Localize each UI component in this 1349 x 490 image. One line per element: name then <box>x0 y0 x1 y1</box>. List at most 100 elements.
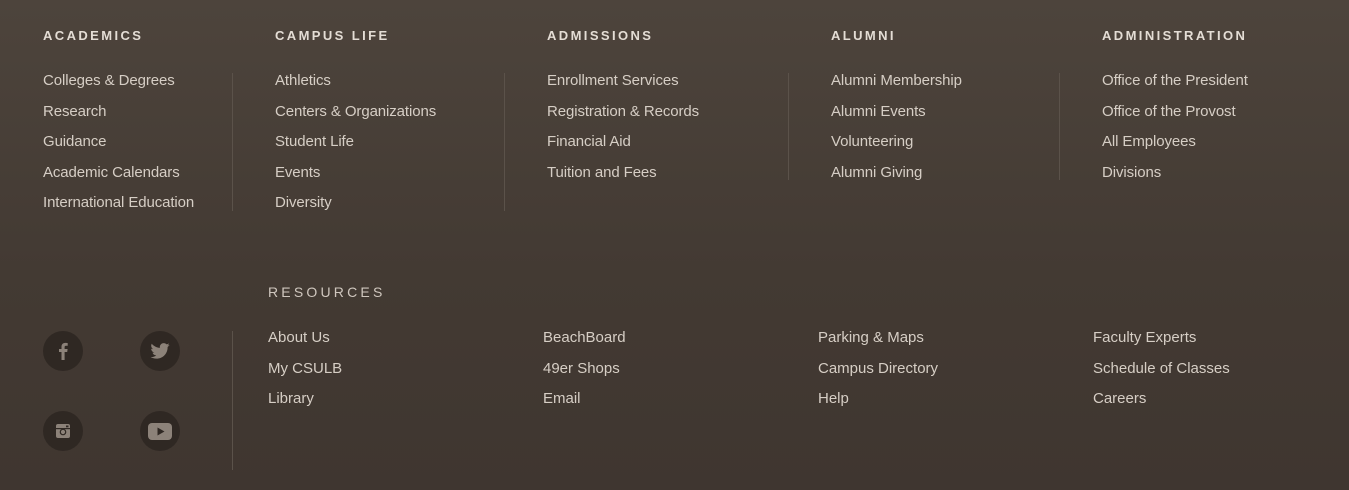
column-heading: CAMPUS LIFE <box>275 28 390 43</box>
footer-link[interactable]: Centers & Organizations <box>275 103 436 120</box>
footer-link[interactable]: Registration & Records <box>547 103 699 120</box>
list-item: Library <box>268 389 342 420</box>
link-list: Office of the President Office of the Pr… <box>1102 71 1248 193</box>
footer-link[interactable]: Research <box>43 103 107 120</box>
footer-link[interactable]: Enrollment Services <box>547 72 679 89</box>
resources-column: BeachBoard 49er Shops Email <box>543 328 626 420</box>
list-item: Alumni Membership <box>831 71 962 102</box>
link-list: About Us My CSULB Library <box>268 328 342 420</box>
list-item: Student Life <box>275 132 436 163</box>
resource-link[interactable]: About Us <box>268 329 330 346</box>
instagram-link[interactable] <box>43 411 83 451</box>
list-item: Schedule of Classes <box>1093 359 1230 390</box>
list-item: Tuition and Fees <box>547 163 699 194</box>
footer-link[interactable]: Office of the Provost <box>1102 103 1236 120</box>
list-item: Athletics <box>275 71 436 102</box>
resources-column: Faculty Experts Schedule of Classes Care… <box>1093 328 1230 420</box>
list-item: 49er Shops <box>543 359 626 390</box>
link-list: Parking & Maps Campus Directory Help <box>818 328 938 420</box>
resource-link[interactable]: 49er Shops <box>543 360 620 377</box>
list-item: Campus Directory <box>818 359 938 390</box>
footer-link[interactable]: Alumni Giving <box>831 164 922 181</box>
resource-link[interactable]: Careers <box>1093 390 1146 407</box>
column-heading: ADMINISTRATION <box>1102 28 1248 43</box>
resource-link[interactable]: Help <box>818 390 849 407</box>
footer-link[interactable]: Volunteering <box>831 133 913 150</box>
list-item: Alumni Giving <box>831 163 962 194</box>
footer-link[interactable]: Academic Calendars <box>43 164 180 181</box>
list-item: My CSULB <box>268 359 342 390</box>
list-item: Volunteering <box>831 132 962 163</box>
list-item: Academic Calendars <box>43 163 194 194</box>
list-item: Enrollment Services <box>547 71 699 102</box>
resources-column: About Us My CSULB Library <box>268 328 342 420</box>
list-item: Colleges & Degrees <box>43 71 194 102</box>
list-item: Help <box>818 389 938 420</box>
list-item: Alumni Events <box>831 102 962 133</box>
footer-link[interactable]: All Employees <box>1102 133 1196 150</box>
resource-link[interactable]: Email <box>543 390 581 407</box>
list-item: Diversity <box>275 193 436 224</box>
column-divider <box>1059 73 1060 180</box>
footer-link[interactable]: Office of the President <box>1102 72 1248 89</box>
footer-link[interactable]: Divisions <box>1102 164 1161 181</box>
footer-link[interactable]: Alumni Events <box>831 103 926 120</box>
resources-column: Parking & Maps Campus Directory Help <box>818 328 938 420</box>
footer-link[interactable]: Colleges & Degrees <box>43 72 175 89</box>
facebook-icon <box>57 342 69 360</box>
list-item: Research <box>43 102 194 133</box>
link-list: Alumni Membership Alumni Events Voluntee… <box>831 71 962 193</box>
list-item: Faculty Experts <box>1093 328 1230 359</box>
resource-link[interactable]: Faculty Experts <box>1093 329 1196 346</box>
column-heading: ADMISSIONS <box>547 28 654 43</box>
resources-heading: RESOURCES <box>268 284 386 300</box>
link-list: Enrollment Services Registration & Recor… <box>547 71 699 193</box>
list-item: Registration & Records <box>547 102 699 133</box>
link-list: Faculty Experts Schedule of Classes Care… <box>1093 328 1230 420</box>
footer-link[interactable]: Student Life <box>275 133 354 150</box>
facebook-link[interactable] <box>43 331 83 371</box>
list-item: Financial Aid <box>547 132 699 163</box>
resource-link[interactable]: Library <box>268 390 314 407</box>
youtube-link[interactable] <box>140 411 180 451</box>
list-item: BeachBoard <box>543 328 626 359</box>
footer-link[interactable]: Financial Aid <box>547 133 631 150</box>
list-item: Parking & Maps <box>818 328 938 359</box>
link-list: BeachBoard 49er Shops Email <box>543 328 626 420</box>
resource-link[interactable]: Schedule of Classes <box>1093 360 1230 377</box>
youtube-icon <box>148 422 172 440</box>
footer-link[interactable]: Athletics <box>275 72 331 89</box>
list-item: About Us <box>268 328 342 359</box>
list-item: All Employees <box>1102 132 1248 163</box>
footer-link[interactable]: Events <box>275 164 320 181</box>
column-divider <box>788 73 789 180</box>
list-item: Email <box>543 389 626 420</box>
footer-link[interactable]: Alumni Membership <box>831 72 962 89</box>
list-item: Centers & Organizations <box>275 102 436 133</box>
list-item: Divisions <box>1102 163 1248 194</box>
list-item: Guidance <box>43 132 194 163</box>
resource-link[interactable]: Campus Directory <box>818 360 938 377</box>
footer-link[interactable]: Tuition and Fees <box>547 164 657 181</box>
column-heading: ACADEMICS <box>43 28 144 43</box>
list-item: Office of the Provost <box>1102 102 1248 133</box>
resource-link[interactable]: My CSULB <box>268 360 342 377</box>
twitter-link[interactable] <box>140 331 180 371</box>
column-heading: ALUMNI <box>831 28 896 43</box>
resource-link[interactable]: BeachBoard <box>543 329 626 346</box>
list-item: Events <box>275 163 436 194</box>
column-divider <box>232 73 233 211</box>
resources-divider <box>232 331 233 470</box>
footer-link[interactable]: Guidance <box>43 133 107 150</box>
resource-link[interactable]: Parking & Maps <box>818 329 924 346</box>
link-list: Athletics Centers & Organizations Studen… <box>275 71 436 224</box>
twitter-icon <box>150 343 170 359</box>
link-list: Colleges & Degrees Research Guidance Aca… <box>43 71 194 224</box>
footer-link[interactable]: Diversity <box>275 194 332 211</box>
list-item: Careers <box>1093 389 1230 420</box>
column-divider <box>504 73 505 211</box>
footer-link[interactable]: International Education <box>43 194 194 211</box>
list-item: Office of the President <box>1102 71 1248 102</box>
list-item: International Education <box>43 193 194 224</box>
instagram-icon <box>55 423 71 439</box>
